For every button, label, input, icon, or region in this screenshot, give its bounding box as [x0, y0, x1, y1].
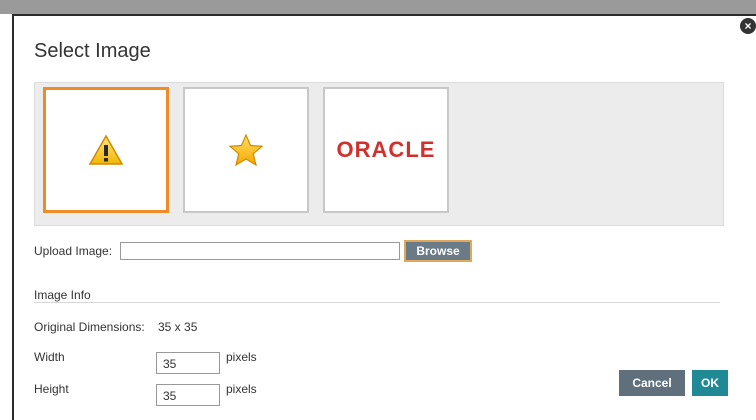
image-option-oracle[interactable]: ORACLE	[323, 87, 449, 213]
image-gallery: ORACLE	[34, 82, 724, 226]
warning-icon	[88, 134, 124, 165]
dialog-title: Select Image	[34, 40, 151, 62]
ok-button[interactable]: OK	[692, 370, 728, 396]
close-icon[interactable]: ×	[740, 18, 756, 34]
image-info-heading: Image Info	[34, 288, 91, 302]
width-label: Width	[34, 350, 65, 364]
cancel-button[interactable]: Cancel	[619, 370, 685, 396]
image-option-star[interactable]	[183, 87, 309, 213]
upload-image-label: Upload Image:	[34, 244, 113, 258]
section-divider	[34, 302, 720, 303]
height-units-label: pixels	[226, 382, 257, 396]
upload-image-field[interactable]	[120, 242, 400, 260]
star-icon	[228, 133, 264, 167]
height-input[interactable]: 35	[156, 384, 220, 406]
select-image-dialog: × Select Image ORACLE Upload Image: Brow…	[12, 14, 756, 420]
original-dimensions-value: 35 x 35	[158, 320, 198, 334]
window-top-bar	[0, 0, 756, 14]
browse-button[interactable]: Browse	[404, 240, 472, 262]
height-label: Height	[34, 382, 69, 396]
image-option-warning[interactable]	[43, 87, 169, 213]
width-units-label: pixels	[226, 350, 257, 364]
oracle-logo: ORACLE	[336, 137, 436, 162]
original-dimensions-label: Original Dimensions:	[34, 320, 145, 334]
width-input[interactable]: 35	[156, 352, 220, 374]
